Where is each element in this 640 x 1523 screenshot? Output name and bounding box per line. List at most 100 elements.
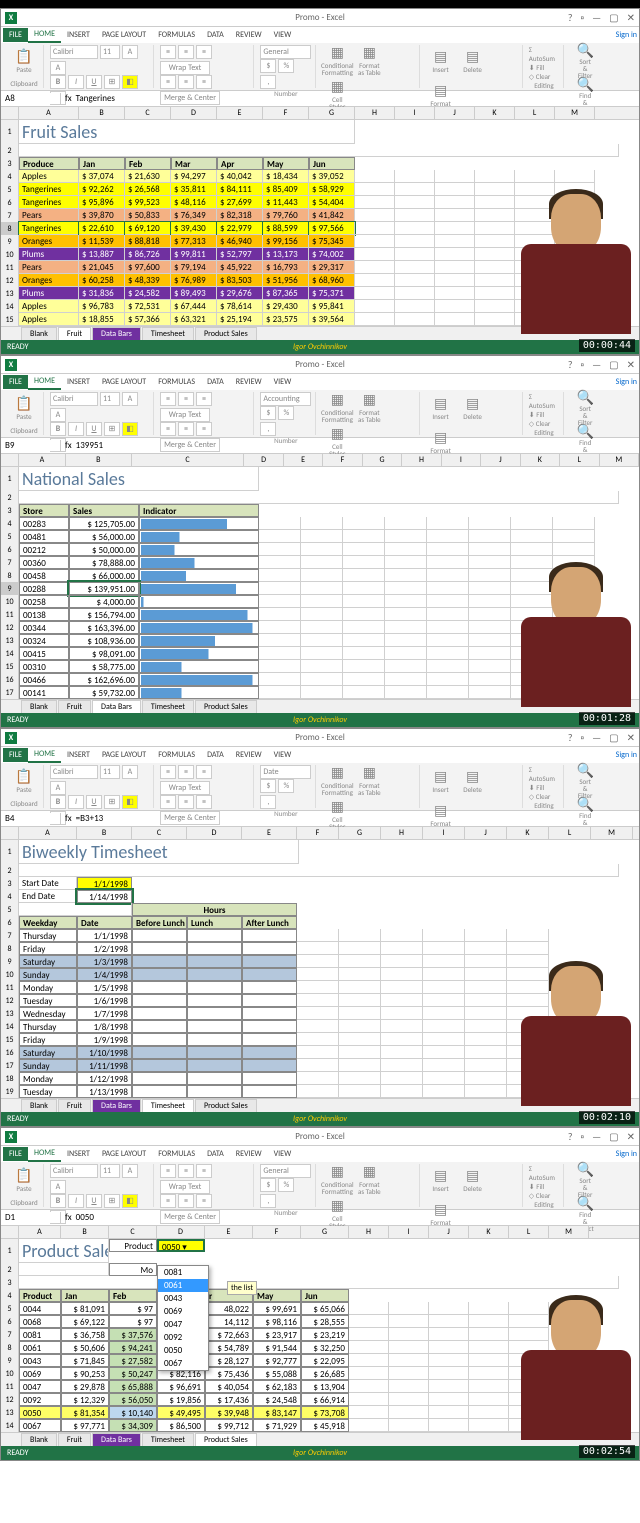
sort-filter-button[interactable]: 🔍Sort&Filter — [570, 45, 600, 77]
fill-button[interactable]: ⬇ Fill — [529, 783, 559, 792]
data-cell[interactable]: 0081 — [19, 1328, 61, 1341]
data-cell[interactable] — [187, 1020, 242, 1033]
row-header[interactable]: 15 — [1, 1033, 19, 1046]
data-cell[interactable]: $ 73,708 — [301, 1406, 349, 1419]
row-header[interactable]: 12 — [1, 621, 19, 634]
row-header[interactable]: 9 — [1, 1354, 19, 1367]
row-header[interactable]: 15 — [1, 313, 19, 326]
minimize-icon[interactable]: — — [592, 11, 601, 24]
row-header[interactable]: 10 — [1, 248, 19, 261]
align-center-icon[interactable]: ≡ — [178, 422, 194, 436]
data-cell[interactable]: 0047 — [19, 1380, 61, 1393]
sheet-tab-data-bars[interactable]: Data Bars — [92, 1433, 141, 1447]
help-icon[interactable]: ? — [568, 11, 573, 24]
data-cell[interactable]: $ 68,960 — [309, 274, 355, 287]
col-header-H[interactable]: H — [355, 107, 395, 119]
autosum-button[interactable]: Σ AutoSum — [529, 1164, 559, 1182]
row-header[interactable]: 9 — [1, 235, 19, 248]
fill-button[interactable]: ⬇ Fill — [529, 63, 559, 72]
data-cell[interactable]: $ 52,797 — [217, 248, 263, 261]
data-cell[interactable]: $ 72,663 — [205, 1328, 253, 1341]
data-cell[interactable]: $ 99,811 — [171, 248, 217, 261]
ribbon-tab-page-layout[interactable]: PAGE LAYOUT — [96, 1147, 152, 1161]
data-cell[interactable]: $ 22,610 — [79, 222, 125, 235]
data-cell[interactable]: $ 67,444 — [171, 300, 217, 313]
minimize-icon[interactable]: — — [592, 358, 601, 371]
comma-icon[interactable]: , — [260, 795, 276, 809]
data-cell[interactable] — [242, 1020, 297, 1033]
data-cell[interactable]: 0069 — [19, 1367, 61, 1380]
data-cell[interactable]: $ 77,313 — [171, 235, 217, 248]
data-cell[interactable] — [132, 1046, 187, 1059]
row-header[interactable]: 6 — [1, 543, 19, 556]
ribbon-tab-formulas[interactable]: FORMULAS — [152, 375, 201, 389]
col-header-cell[interactable]: Jun — [309, 157, 355, 170]
col-header-D[interactable]: D — [244, 454, 283, 466]
sheet-tab-product-sales[interactable]: Product Sales — [195, 327, 257, 341]
data-cell[interactable]: $ 87,365 — [263, 287, 309, 300]
maximize-icon[interactable]: ▢ — [609, 11, 618, 24]
row-header[interactable]: 13 — [1, 1406, 19, 1419]
data-cell[interactable]: $ 11,539 — [79, 235, 125, 248]
col-header-M[interactable]: M — [555, 107, 595, 119]
row-header[interactable]: 15 — [1, 660, 19, 673]
data-cell[interactable] — [132, 942, 187, 955]
ribbon-tab-home[interactable]: HOME — [28, 374, 61, 390]
data-cell[interactable]: 1/12/1998 — [77, 1072, 132, 1085]
data-cell[interactable]: $ 78,888.00 — [69, 556, 139, 569]
data-cell[interactable]: $ 31,836 — [79, 287, 125, 300]
col-header-F[interactable]: F — [263, 107, 309, 119]
data-cell[interactable]: $ 65,888 — [109, 1380, 157, 1393]
row-header[interactable]: 9 — [1, 955, 19, 968]
data-cell[interactable] — [242, 1007, 297, 1020]
data-cell[interactable] — [242, 1072, 297, 1085]
row-header[interactable]: 12 — [1, 1393, 19, 1406]
sign-in-link[interactable]: Sign in — [616, 30, 637, 40]
row-header[interactable]: 14 — [1, 647, 19, 660]
wrap-text-button[interactable]: Wrap Text — [160, 1180, 210, 1194]
name-box[interactable]: D1 — [1, 1212, 61, 1223]
data-cell[interactable]: Saturday — [19, 1046, 77, 1059]
sheet-tab-timesheet[interactable]: Timesheet — [142, 700, 194, 714]
data-cell[interactable]: $ 156,794.00 — [69, 608, 139, 621]
row-header[interactable]: 7 — [1, 556, 19, 569]
data-cell[interactable]: 00360 — [19, 556, 69, 569]
currency-icon[interactable]: $ — [260, 779, 276, 793]
data-cell[interactable]: $ 13,904 — [301, 1380, 349, 1393]
row-header[interactable]: 17 — [1, 686, 19, 699]
row-header[interactable]: 7 — [1, 209, 19, 222]
dropdown-option[interactable]: 0081 — [158, 1266, 208, 1279]
ribbon-tab-formulas[interactable]: FORMULAS — [152, 748, 201, 762]
col-header-H[interactable]: H — [402, 454, 441, 466]
ribbon-tab-data[interactable]: DATA — [201, 748, 230, 762]
data-cell[interactable] — [242, 1046, 297, 1059]
ribbon-tab-insert[interactable]: INSERT — [61, 28, 96, 42]
filter-label-2[interactable]: Mo — [109, 1263, 157, 1276]
row-header[interactable]: 11 — [1, 981, 19, 994]
comma-icon[interactable]: , — [260, 422, 276, 436]
sheet-tab-timesheet[interactable]: Timesheet — [142, 1433, 194, 1447]
data-cell[interactable]: $ 57,366 — [125, 313, 171, 326]
databar-cell[interactable] — [139, 569, 259, 582]
border-button[interactable]: ⊞ — [104, 1194, 120, 1208]
data-cell[interactable]: Pears — [19, 261, 79, 274]
data-cell[interactable] — [187, 955, 242, 968]
data-cell[interactable]: $ 29,676 — [217, 287, 263, 300]
italic-button[interactable]: I — [68, 1194, 84, 1208]
format-as-table-button[interactable]: ▦Formatas Table — [354, 1164, 384, 1196]
number-format-select[interactable]: General — [260, 45, 311, 59]
data-cell[interactable]: $ 23,575 — [263, 313, 309, 326]
font-name-select[interactable]: Calibri — [50, 765, 98, 779]
ribbon-tab-data[interactable]: DATA — [201, 28, 230, 42]
data-cell[interactable]: Tangerines — [19, 222, 79, 235]
data-cell[interactable]: 00324 — [19, 634, 69, 647]
data-cell[interactable]: Tangerines — [19, 183, 79, 196]
sheet-title[interactable]: Product Sales — [19, 1239, 109, 1263]
data-cell[interactable]: $ 40,042 — [217, 170, 263, 183]
data-cell[interactable]: $ 45,922 — [217, 261, 263, 274]
row-header[interactable]: 5 — [1, 1302, 19, 1315]
align-bot-icon[interactable]: ≡ — [196, 765, 212, 779]
col-header-C[interactable]: C — [109, 1226, 157, 1238]
currency-icon[interactable]: $ — [260, 1178, 276, 1192]
increase-font-icon[interactable]: A — [122, 45, 138, 59]
